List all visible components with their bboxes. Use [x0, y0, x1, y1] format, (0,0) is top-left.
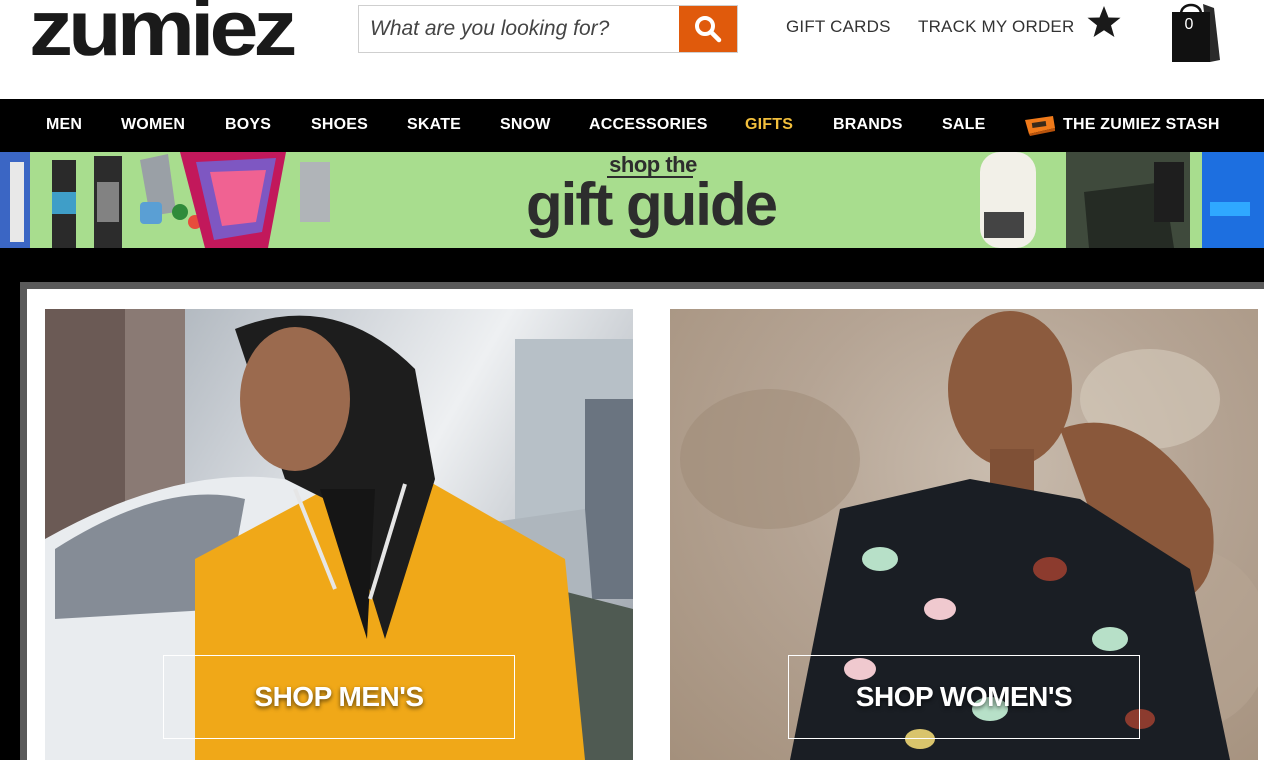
cart-count: 0 [1184, 16, 1194, 33]
zumiez-logo[interactable]: zumiez [29, 0, 335, 56]
track-order-link[interactable]: TRACK MY ORDER [918, 17, 1074, 37]
search-input[interactable] [359, 6, 679, 52]
search-button[interactable] [679, 6, 737, 52]
nav-sale[interactable]: SALE [942, 99, 985, 152]
shop-womens-button[interactable]: SHOP WOMEN'S [788, 655, 1140, 739]
nav-boys[interactable]: BOYS [225, 99, 271, 152]
banner-products-left [0, 152, 330, 248]
banner-products-right [980, 152, 1264, 248]
gift-guide-banner[interactable]: shop the gift guide [0, 152, 1264, 248]
nav-men[interactable]: MEN [46, 99, 82, 152]
magnifier-icon [695, 16, 722, 43]
site-header: zumiez GIFT CARDS TRACK MY ORDER 0 [0, 0, 1264, 99]
shop-womens-label: SHOP WOMEN'S [855, 681, 1073, 712]
shop-mens-label: SHOP MEN'S [254, 681, 424, 712]
nav-brands[interactable]: BRANDS [833, 99, 903, 152]
nav-snow[interactable]: SNOW [500, 99, 551, 152]
main-nav: MEN WOMEN BOYS SHOES SKATE SNOW ACCESSOR… [0, 99, 1264, 152]
nav-accessories[interactable]: ACCESSORIES [589, 99, 708, 152]
nav-women[interactable]: WOMEN [121, 99, 185, 152]
star-icon[interactable] [1086, 4, 1122, 40]
nav-skate[interactable]: SKATE [407, 99, 461, 152]
banner-title: gift guide [526, 171, 778, 238]
nav-shoes[interactable]: SHOES [311, 99, 368, 152]
gift-cards-link[interactable]: GIFT CARDS [786, 17, 891, 37]
nav-gifts[interactable]: GIFTS [745, 99, 793, 152]
nav-zumiez-stash[interactable]: THE ZUMIEZ STASH [1063, 99, 1220, 152]
search-bar [358, 5, 738, 53]
shop-mens-button[interactable]: SHOP MEN'S [163, 655, 515, 739]
stash-icon [1025, 116, 1055, 136]
